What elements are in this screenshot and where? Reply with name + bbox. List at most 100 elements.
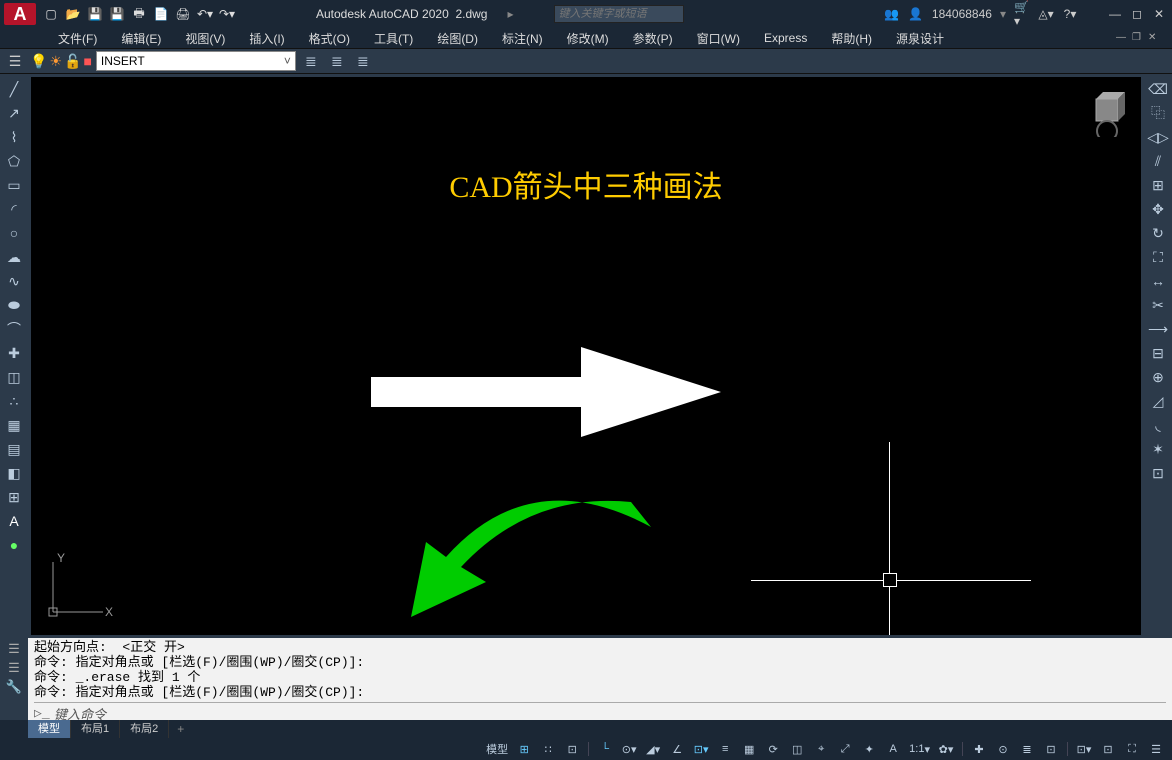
annomonitor-icon[interactable]: ✚	[969, 740, 989, 758]
addselected-tool-icon[interactable]: ●	[3, 534, 25, 556]
quickprops-icon[interactable]: ≣	[1017, 740, 1037, 758]
copy-tool-icon[interactable]: ⿻	[1147, 102, 1169, 124]
cmd-history-icon[interactable]: ☰	[8, 642, 20, 657]
open-icon[interactable]: 📂	[64, 5, 82, 23]
annoscale-button[interactable]: A	[883, 740, 903, 758]
scale-tool-icon[interactable]: ⛶	[1147, 246, 1169, 268]
app-exchange-icon[interactable]: ◬▾	[1038, 6, 1054, 22]
gizmo-icon[interactable]: ✦	[859, 740, 879, 758]
break-tool-icon[interactable]: ⊟	[1147, 342, 1169, 364]
publish-icon[interactable]: 📄	[152, 5, 170, 23]
user-icon[interactable]: 👤	[908, 6, 924, 22]
layer-lock-icon[interactable]: 🔓	[64, 53, 81, 70]
xline-tool-icon[interactable]: ↗	[3, 102, 25, 124]
point-tool-icon[interactable]: ∴	[3, 390, 25, 412]
saveas-icon[interactable]: 💾	[108, 5, 126, 23]
doc-restore-icon[interactable]: ❐	[1132, 32, 1146, 44]
viewcube[interactable]	[1081, 87, 1131, 137]
lineweight-toggle-icon[interactable]: ≡	[715, 740, 735, 758]
arc-tool-icon[interactable]: ◜	[3, 198, 25, 220]
lockui-icon[interactable]: ⊡	[1041, 740, 1061, 758]
add-layout-button[interactable]: +	[169, 722, 192, 736]
fillet-tool-icon[interactable]: ◟	[1147, 414, 1169, 436]
cmd-config-icon[interactable]: 🔧	[6, 680, 22, 695]
region-tool-icon[interactable]: ◧	[3, 462, 25, 484]
minimize-button[interactable]: —	[1106, 7, 1124, 21]
menu-edit[interactable]: 编辑(E)	[111, 30, 171, 47]
layer-properties-icon[interactable]: ☰	[4, 50, 26, 72]
table-tool-icon[interactable]: ⊞	[3, 486, 25, 508]
layer-freeze-icon[interactable]: ☀	[49, 53, 62, 70]
app-logo[interactable]: A	[4, 3, 36, 25]
cycling-toggle-icon[interactable]: ⟳	[763, 740, 783, 758]
circle-tool-icon[interactable]: ○	[3, 222, 25, 244]
cmd-recent-icon[interactable]: ☰	[8, 661, 20, 676]
undo-icon[interactable]: ↶▾	[196, 5, 214, 23]
explode-tool-icon[interactable]: ✶	[1147, 438, 1169, 460]
layer-iso-icon[interactable]: ≣	[352, 50, 374, 72]
layer-dropdown[interactable]: INSERT ˅	[96, 51, 296, 71]
menu-custom[interactable]: 源泉设计	[886, 30, 954, 47]
line-tool-icon[interactable]: ╱	[3, 78, 25, 100]
polar-toggle-icon[interactable]: ⊙▾	[619, 740, 639, 758]
mirror-tool-icon[interactable]: ◁▷	[1147, 126, 1169, 148]
modelspace-button[interactable]: 模型	[484, 740, 510, 758]
rectangle-tool-icon[interactable]: ▭	[3, 174, 25, 196]
menu-dimension[interactable]: 标注(N)	[492, 30, 553, 47]
connect-icon[interactable]: 👥	[884, 6, 900, 22]
array-tool-icon[interactable]: ⊞	[1147, 174, 1169, 196]
chamfer-tool-icon[interactable]: ◿	[1147, 390, 1169, 412]
selectionfilter-icon[interactable]: ⤢	[835, 740, 855, 758]
layer-plot-icon[interactable]: ■	[83, 53, 91, 69]
menu-help[interactable]: 帮助(H)	[821, 30, 882, 47]
transparency-toggle-icon[interactable]: ▦	[739, 740, 759, 758]
insert-tool-icon[interactable]: ✚	[3, 342, 25, 364]
user-name[interactable]: 184068846	[932, 7, 992, 21]
menu-express[interactable]: Express	[754, 31, 817, 45]
3dosnap-toggle-icon[interactable]: ◫	[787, 740, 807, 758]
menu-file[interactable]: 文件(F)	[48, 30, 107, 47]
snap-toggle-icon[interactable]: ∷	[538, 740, 558, 758]
cleanscreen-icon[interactable]: ⛶	[1122, 740, 1142, 758]
trim-tool-icon[interactable]: ✂	[1147, 294, 1169, 316]
osnap-toggle-icon[interactable]: ∠	[667, 740, 687, 758]
print-icon[interactable]: 🖨	[174, 5, 192, 23]
revcloud-tool-icon[interactable]: ☁	[3, 246, 25, 268]
redo-icon[interactable]: ↷▾	[218, 5, 236, 23]
polyline-tool-icon[interactable]: ⌇	[3, 126, 25, 148]
extend-tool-icon[interactable]: ⟶	[1147, 318, 1169, 340]
workspace-icon[interactable]: ✿▾	[936, 740, 956, 758]
close-button[interactable]: ✕	[1150, 7, 1168, 21]
menu-format[interactable]: 格式(O)	[299, 30, 360, 47]
menu-tools[interactable]: 工具(T)	[364, 30, 423, 47]
layer-on-icon[interactable]: 💡	[30, 53, 47, 70]
dynucs-toggle-icon[interactable]: ⌖	[811, 740, 831, 758]
properties-tool-icon[interactable]: ⊡	[1147, 462, 1169, 484]
tab-model[interactable]: 模型	[28, 720, 71, 738]
polygon-tool-icon[interactable]: ⬠	[3, 150, 25, 172]
help-icon[interactable]: ?▾	[1062, 6, 1078, 22]
infer-toggle-icon[interactable]: ⊡	[562, 740, 582, 758]
hardware-icon[interactable]: ⊡	[1098, 740, 1118, 758]
spline-tool-icon[interactable]: ∿	[3, 270, 25, 292]
isodraft-toggle-icon[interactable]: ◢▾	[643, 740, 663, 758]
search-input[interactable]	[554, 5, 684, 23]
isolate-icon[interactable]: ⊡▾	[1074, 740, 1094, 758]
offset-tool-icon[interactable]: ⫽	[1147, 150, 1169, 172]
erase-tool-icon[interactable]: ⌫	[1147, 78, 1169, 100]
menu-window[interactable]: 窗口(W)	[687, 30, 750, 47]
menu-parametric[interactable]: 参数(P)	[623, 30, 683, 47]
maximize-button[interactable]: ◻	[1128, 7, 1146, 21]
rotate-tool-icon[interactable]: ↻	[1147, 222, 1169, 244]
menu-draw[interactable]: 绘图(D)	[427, 30, 488, 47]
menu-view[interactable]: 视图(V)	[175, 30, 235, 47]
ellipsearc-tool-icon[interactable]: ⌒	[3, 318, 25, 340]
new-icon[interactable]: ▢	[42, 5, 60, 23]
menu-insert[interactable]: 插入(I)	[239, 30, 294, 47]
grid-toggle-icon[interactable]: ⊞	[514, 740, 534, 758]
cart-icon[interactable]: 🛒▾	[1014, 6, 1030, 22]
scale-button[interactable]: 1:1▾	[907, 740, 932, 758]
doc-minimize-icon[interactable]: —	[1116, 32, 1130, 44]
save-icon[interactable]: 💾	[86, 5, 104, 23]
ortho-toggle-icon[interactable]: └	[595, 740, 615, 758]
